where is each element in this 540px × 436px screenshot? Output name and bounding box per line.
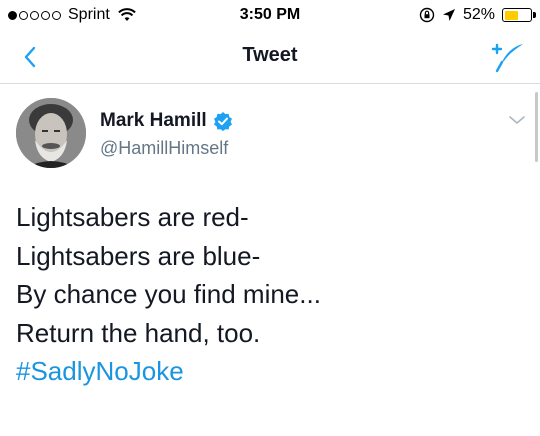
tweet-author: Mark Hamill @HamillHimself bbox=[100, 110, 233, 159]
chevron-down-icon[interactable] bbox=[508, 114, 526, 126]
scrollbar[interactable] bbox=[535, 92, 538, 162]
battery-level bbox=[504, 10, 518, 20]
battery-icon bbox=[502, 8, 536, 22]
author-name-row: Mark Hamill bbox=[100, 110, 233, 132]
location-arrow-icon bbox=[442, 9, 455, 21]
nav-bar: Tweet bbox=[0, 32, 540, 84]
status-bar-right: 52% bbox=[419, 6, 536, 24]
tweet-line: Return the hand, too. bbox=[16, 317, 261, 348]
avatar[interactable] bbox=[16, 98, 86, 168]
orientation-lock-icon bbox=[419, 7, 435, 23]
hashtag-link[interactable]: #SadlyNoJoke bbox=[16, 352, 321, 391]
tweet-text: Lightsabers are red- Lightsabers are blu… bbox=[16, 198, 321, 391]
tweet-line: Lightsabers are blue- bbox=[16, 240, 261, 271]
status-bar: Sprint 3:50 PM 52% bbox=[0, 0, 540, 32]
verified-badge-icon bbox=[213, 112, 232, 131]
battery-nub bbox=[533, 12, 536, 18]
tweet-line: By chance you find mine... bbox=[16, 279, 321, 309]
battery-percent: 52% bbox=[462, 6, 495, 23]
page-title: Tweet bbox=[242, 44, 298, 66]
compose-tweet-icon[interactable] bbox=[488, 38, 528, 76]
avatar-image bbox=[16, 98, 86, 168]
tweet-line: Lightsabers are red- bbox=[16, 202, 249, 232]
author-handle[interactable]: @HamillHimself bbox=[100, 138, 233, 159]
author-name[interactable]: Mark Hamill bbox=[100, 110, 207, 132]
